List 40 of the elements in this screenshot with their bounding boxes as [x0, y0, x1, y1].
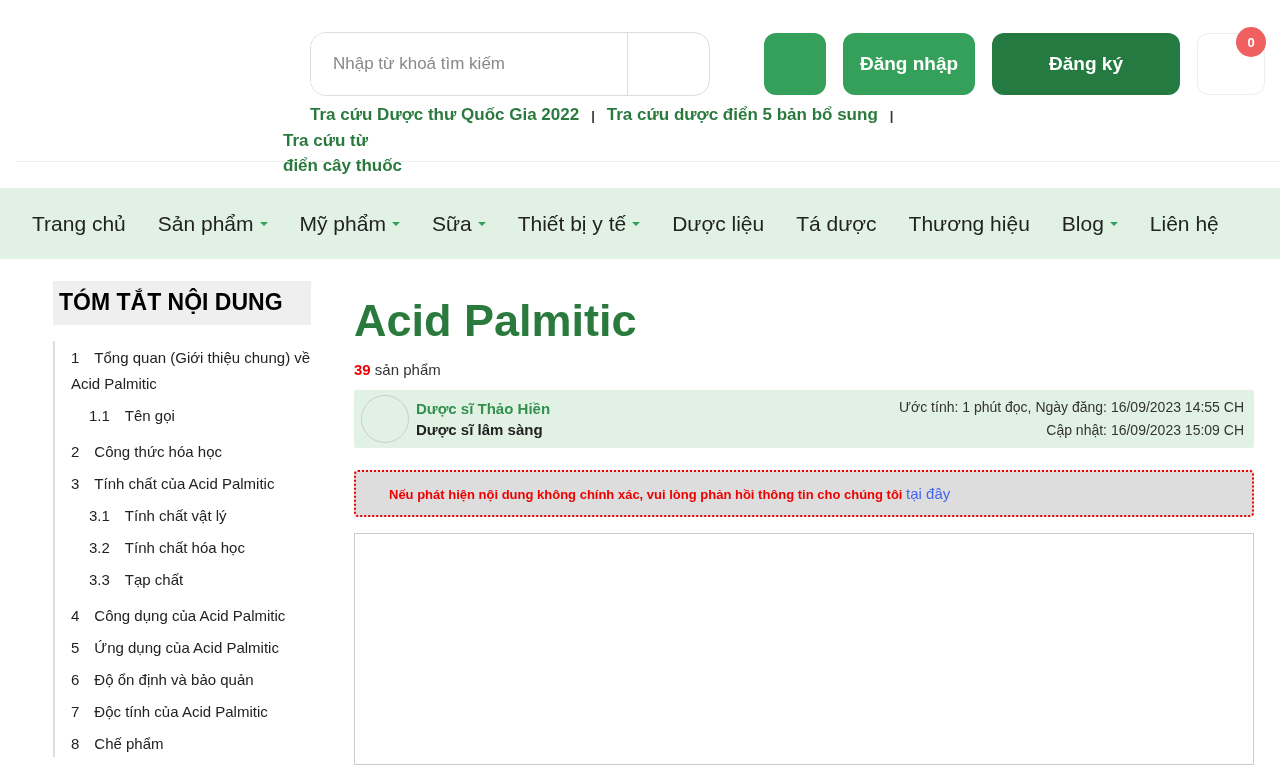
quick-link[interactable]: Tra cứu Dược thư Quốc Gia 2022 — [310, 105, 580, 124]
toc-link[interactable]: 3.1 Tính chất vật lý — [89, 503, 311, 529]
register-button[interactable]: Đăng ký — [992, 33, 1180, 95]
feedback-link[interactable]: tại đây — [906, 485, 951, 502]
toc-heading: TÓM TẮT NỘI DUNG — [53, 281, 311, 325]
quick-link[interactable]: Tra cứu từ điển cây thuốc — [283, 128, 403, 178]
toc-link[interactable]: 3.2 Tính chất hóa học — [89, 535, 311, 561]
toc-link[interactable]: 3.3 Tạp chất — [89, 567, 311, 593]
nav-link[interactable]: Sữa — [431, 211, 486, 236]
post-meta: Cập nhật: 16/09/2023 15:09 CH — [1045, 421, 1244, 440]
search-field[interactable]: Nhập từ khoá tìm kiếm — [310, 32, 710, 96]
link-separator: | — [591, 108, 595, 123]
nav-link[interactable]: Dược liệu — [672, 211, 765, 236]
nav-link[interactable]: Tá dược — [796, 211, 877, 236]
nav-link[interactable]: Thiết bị y tế — [517, 211, 641, 236]
nav-link[interactable]: Liên hệ — [1149, 211, 1219, 236]
action-button[interactable] — [764, 33, 826, 95]
product-count: 39 sản phẩm — [354, 361, 442, 378]
cart-count-badge: 0 — [1236, 27, 1266, 57]
toc-link[interactable]: 2 Công thức hóa học — [71, 439, 311, 465]
toc-link[interactable]: 1.1 Tên gọi — [89, 403, 311, 429]
nav-link[interactable]: Sản phẩm — [157, 211, 268, 236]
quick-link[interactable]: Tra cứu dược điển 5 bản bổ sung — [606, 105, 878, 124]
nav-link[interactable]: Thương hiệu — [908, 211, 1030, 236]
toc-link[interactable]: 1 Tổng quan (Giới thiệu chung) về Acid Palmitic — [71, 345, 311, 397]
search-input[interactable]: Nhập từ khoá tìm kiếm — [311, 33, 628, 95]
page-title: Acid Palmitic — [354, 295, 638, 347]
toc-link[interactable]: 6 Độ ổn định và bảo quản — [71, 667, 311, 693]
nav-link[interactable]: Blog — [1061, 211, 1118, 236]
notice-text: Nếu phát hiện nội dung không chính xác, vui lòng phản hồi thông tin cho chúng tôi tại đây — [389, 485, 951, 502]
toc-link[interactable]: 5 Ứng dụng của Acid Palmitic — [71, 635, 311, 661]
toc-link[interactable]: 7 Độc tính của Acid Palmitic — [71, 699, 311, 725]
toc-link[interactable]: 8 Chế phẩm — [71, 731, 311, 757]
toc-link[interactable]: 3 Tính chất của Acid Palmitic — [71, 471, 311, 497]
link-separator: | — [889, 108, 894, 123]
post-meta: Ước tính: 1 phút đọc, Ngày đăng: 16/09/2023 14:55 CH — [899, 398, 1244, 417]
nav-link[interactable]: Trang chủ — [32, 211, 126, 236]
nav-link[interactable]: Mỹ phẩm — [299, 211, 400, 236]
author-role: Dược sĩ lâm sàng — [416, 421, 544, 438]
toc-link[interactable]: 4 Công dụng của Acid Palmitic — [71, 603, 311, 629]
